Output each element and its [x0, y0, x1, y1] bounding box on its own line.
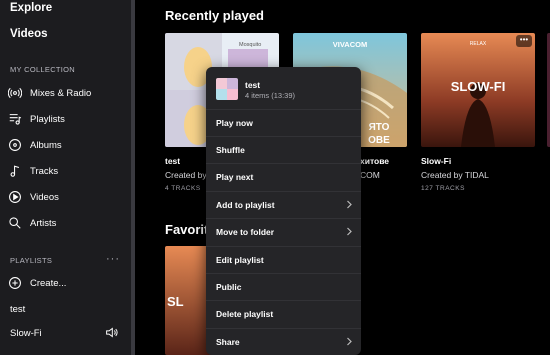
sidebar-item-videos[interactable]: Videos: [8, 186, 59, 208]
context-menu-header: test 4 items (13:39): [206, 67, 361, 109]
artist-icon: [9, 217, 21, 229]
speaker-icon: [106, 327, 118, 338]
my-collection-heading: MY COLLECTION: [10, 65, 76, 74]
chevron-right-icon: [347, 227, 352, 236]
nav-videos[interactable]: Videos: [10, 28, 48, 40]
sidebar-item-artists[interactable]: Artists: [8, 212, 56, 234]
card-subtitle: Created by TIDAL: [421, 170, 489, 180]
menu-item-shuffle[interactable]: Shuffle: [206, 136, 361, 162]
sidebar-item-label: Playlists: [30, 113, 65, 125]
menu-item-play-next[interactable]: Play next: [206, 163, 361, 189]
sidebar-item-tracks[interactable]: Tracks: [8, 160, 58, 182]
sidebar-playlist-test[interactable]: test: [10, 298, 25, 320]
menu-item-share[interactable]: Share: [206, 328, 361, 354]
nav-explore[interactable]: Explore: [10, 2, 52, 14]
sidebar-item-label: Tracks: [30, 165, 59, 177]
card-subtitle: Created by: [165, 170, 207, 180]
playlist-name: Slow-Fi: [10, 327, 42, 339]
context-menu-title: test: [245, 80, 261, 90]
card-meta: 127 TRACKS: [421, 185, 465, 192]
card-subtitle: COM: [360, 170, 380, 180]
playlists-heading: PLAYLISTS: [10, 256, 53, 265]
sidebar-item-label: Artists: [30, 217, 57, 229]
card-title[interactable]: хитове: [360, 156, 389, 166]
note-icon: [10, 165, 20, 177]
sidebar-item-playlists[interactable]: Playlists: [8, 108, 65, 130]
recently-played-heading: Recently played: [165, 8, 264, 23]
badge-label: RELAX: [470, 41, 487, 47]
card-more-button[interactable]: •••: [516, 35, 532, 47]
thumb-label: Mosquito: [239, 42, 261, 48]
context-menu: test 4 items (13:39) Play now Shuffle Pl…: [206, 67, 361, 355]
sidebar-item-label: Albums: [30, 139, 62, 151]
sidebar: Explore Videos MY COLLECTION Mixes & Rad…: [0, 0, 131, 355]
create-label: Create...: [30, 277, 67, 289]
card-meta: 4 TRACKS: [165, 185, 201, 192]
sidebar-item-label: Mixes & Radio: [30, 87, 92, 99]
sidebar-playlist-slow-fi[interactable]: Slow-Fi: [10, 322, 42, 344]
playlist-thumbnail: [216, 78, 238, 100]
art-text: ЯТО: [369, 122, 390, 133]
chevron-right-icon: [347, 200, 352, 209]
radio-icon: [8, 87, 22, 99]
video-icon: [9, 191, 21, 203]
menu-item-edit-playlist[interactable]: Edit playlist: [206, 246, 361, 272]
menu-item-add-to-playlist[interactable]: Add to playlist: [206, 191, 361, 217]
chevron-right-icon: [347, 337, 352, 346]
album-icon: [9, 139, 21, 151]
brand-label: VIVACOM: [333, 40, 367, 49]
sidebar-item-albums[interactable]: Albums: [8, 134, 62, 156]
plus-circle-icon: [9, 277, 21, 289]
svg-text:ОВЕ: ОВЕ: [368, 135, 390, 146]
card-title[interactable]: Slow-Fi: [421, 156, 451, 166]
card-title[interactable]: test: [165, 156, 180, 166]
slowfi-art: RELAX SLOW-FI: [421, 33, 535, 147]
sidebar-item-label: Videos: [30, 191, 59, 203]
playlist-icon: [9, 114, 22, 125]
menu-item-play-now[interactable]: Play now: [206, 109, 361, 135]
sidebar-item-mixes-radio[interactable]: Mixes & Radio: [8, 82, 91, 104]
more-options-icon[interactable]: ···: [106, 253, 120, 265]
art-text: SL: [167, 294, 184, 309]
create-playlist-button[interactable]: Create...: [8, 272, 66, 294]
card-art-slow-fi[interactable]: RELAX SLOW-FI: [421, 33, 535, 147]
context-menu-subtitle: 4 items (13:39): [245, 91, 296, 100]
art-title: SLOW-FI: [451, 79, 506, 94]
playlist-name: test: [10, 303, 26, 315]
menu-item-public[interactable]: Public: [206, 273, 361, 299]
menu-item-delete-playlist[interactable]: Delete playlist: [206, 300, 361, 326]
menu-item-move-to-folder[interactable]: Move to folder: [206, 218, 361, 244]
